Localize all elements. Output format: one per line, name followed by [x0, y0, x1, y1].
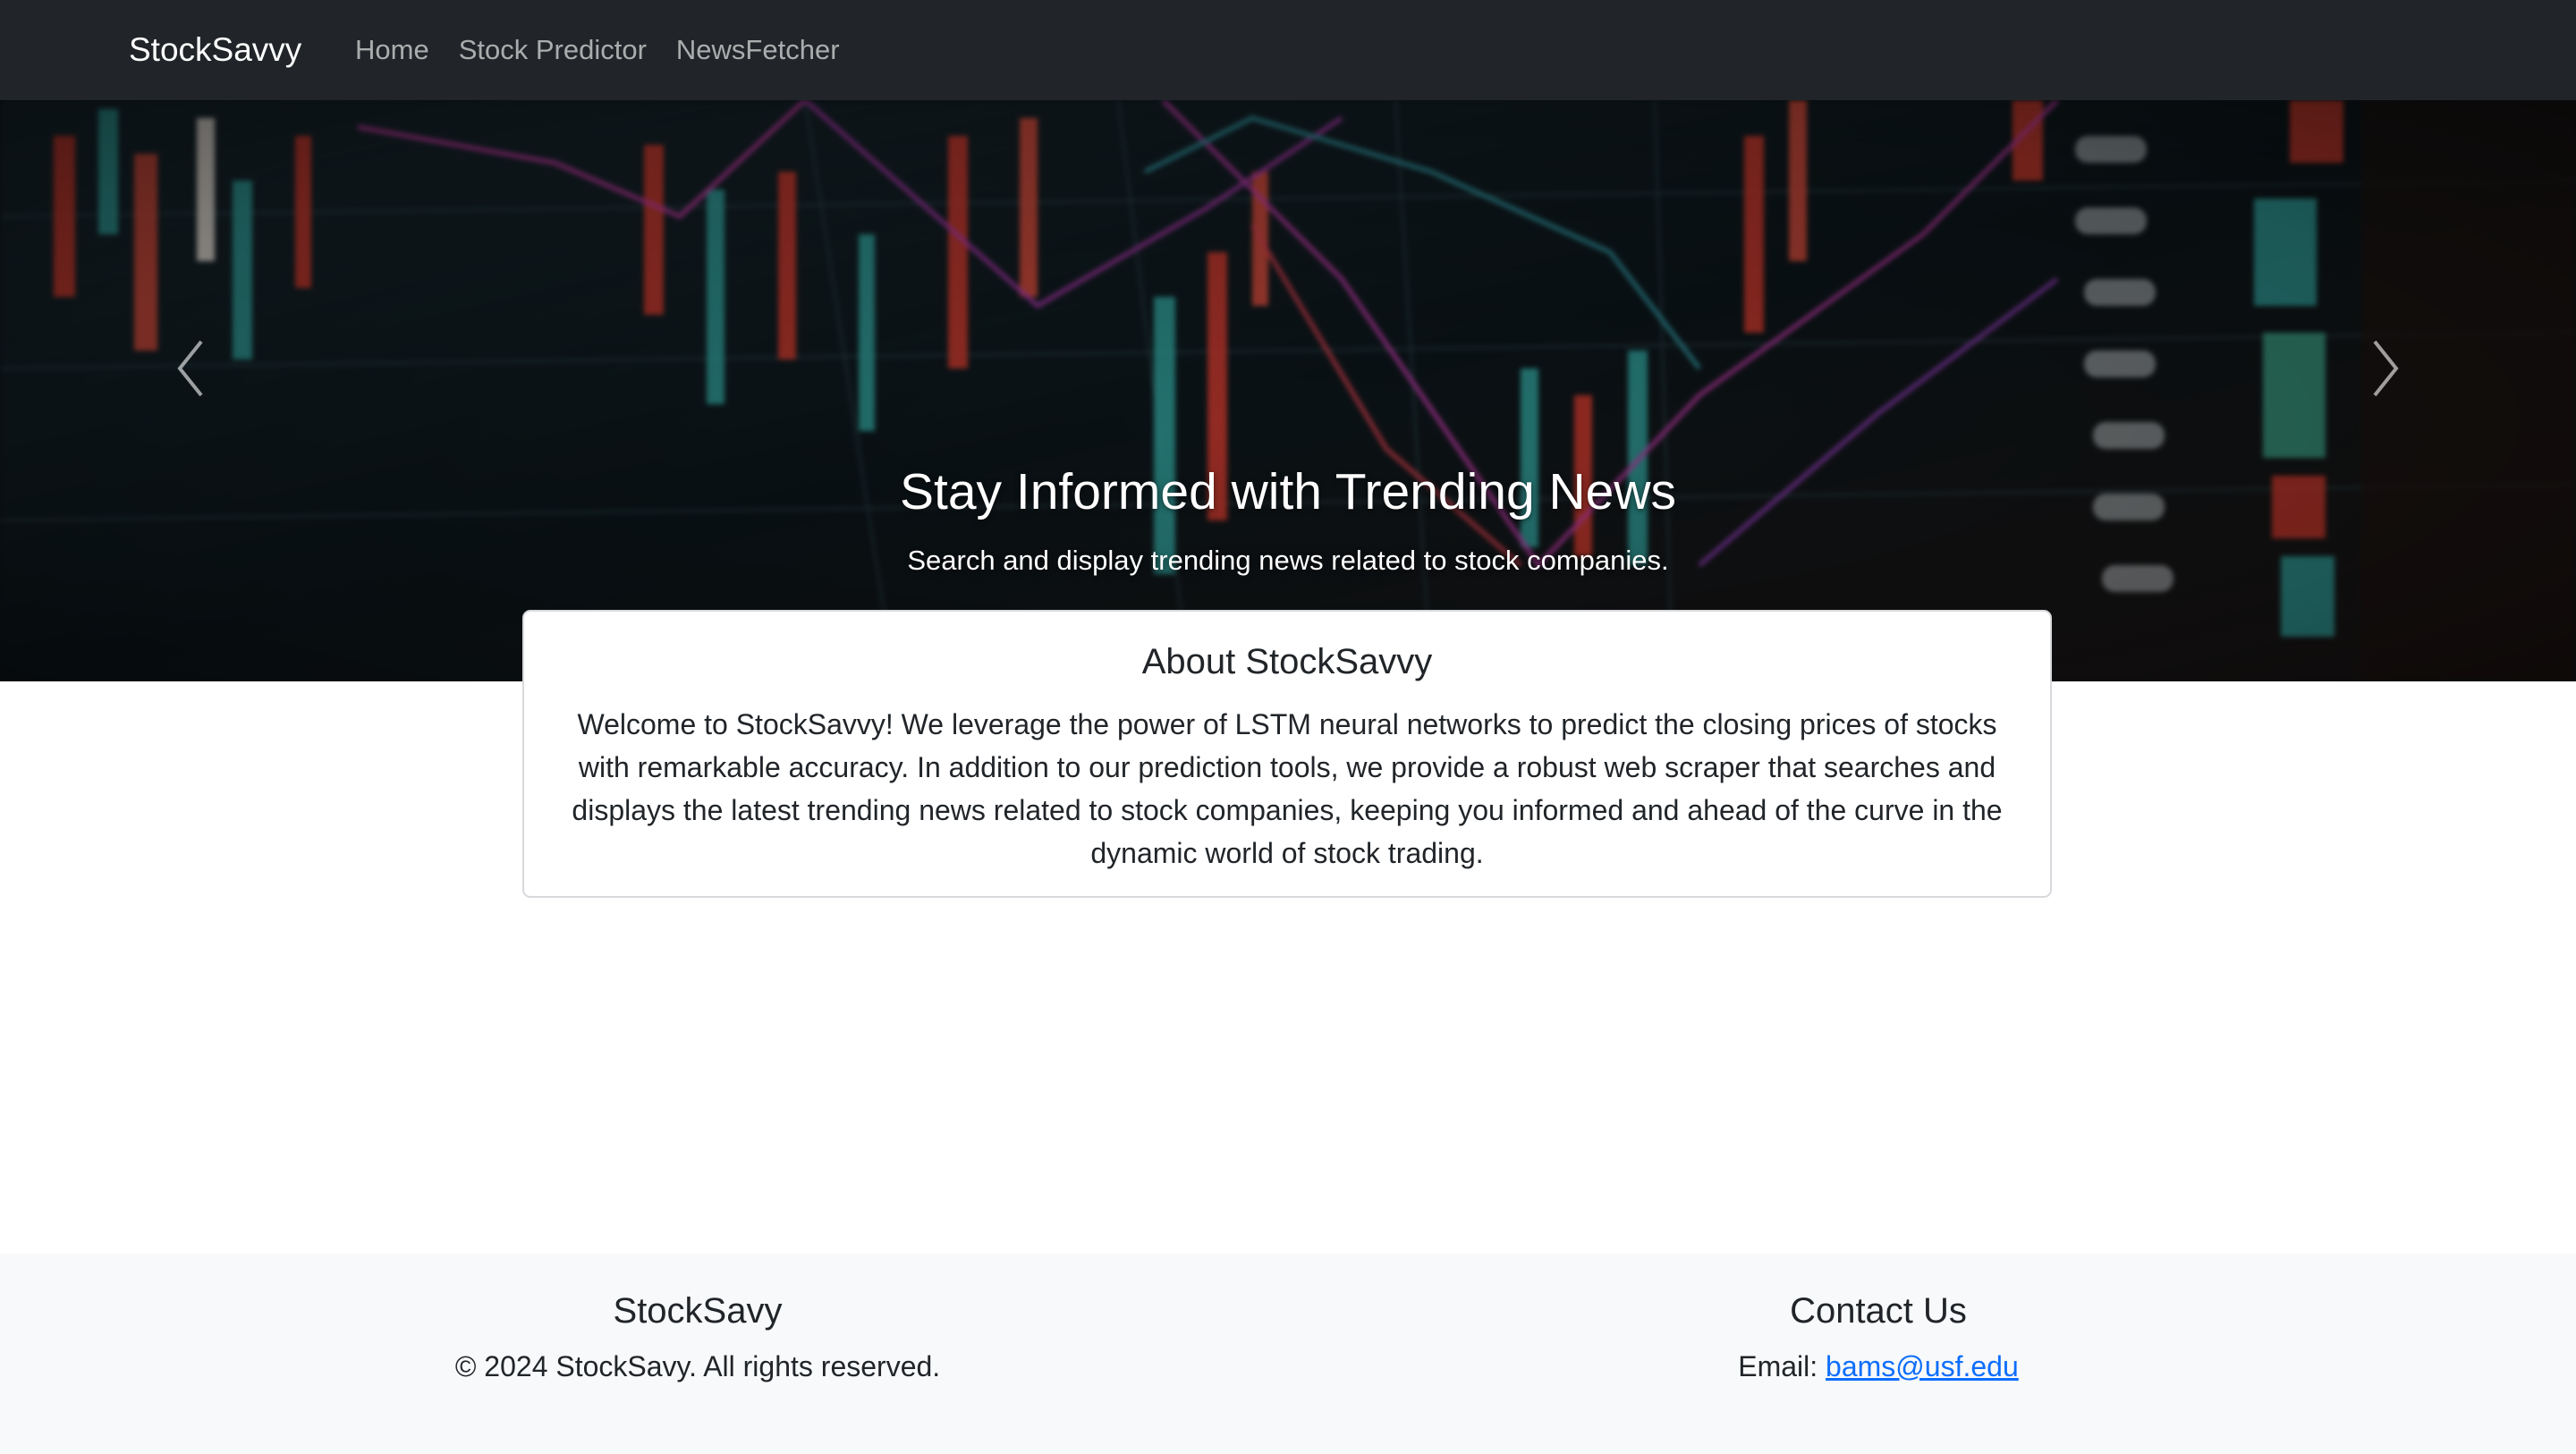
footer: StockSavy © 2024 StockSavy. All rights r…: [0, 1254, 2576, 1454]
carousel-next-button[interactable]: [2357, 333, 2411, 404]
brand-logo[interactable]: StockSavvy: [129, 0, 301, 100]
hero-carousel: Stay Informed with Trending News Search …: [0, 100, 2576, 681]
contact-email-row: Email: bams@usf.edu: [1445, 1350, 2312, 1383]
nav-link-stock-predictor[interactable]: Stock Predictor: [459, 34, 647, 66]
carousel-prev-button[interactable]: [165, 333, 219, 404]
footer-brand-heading: StockSavy: [613, 1291, 783, 1331]
copyright-text: © 2024 StockSavy. All rights reserved.: [454, 1350, 941, 1382]
email-link[interactable]: bams@usf.edu: [1826, 1350, 2019, 1382]
about-card: About StockSavvy Welcome to StockSavvy! …: [522, 610, 2052, 898]
hero-overlay: [0, 100, 2576, 681]
about-text: Welcome to StockSavvy! We leverage the p…: [572, 708, 2003, 869]
footer-brand-column: StockSavy © 2024 StockSavy. All rights r…: [264, 1289, 1131, 1383]
nav-link-home[interactable]: Home: [355, 34, 429, 66]
hero-subtitle: Search and display trending news related…: [907, 545, 1669, 576]
nav-link-newsfetcher[interactable]: NewsFetcher: [676, 34, 840, 66]
navbar: StockSavvy Home Stock Predictor NewsFetc…: [0, 0, 2576, 100]
chevron-left-icon: [177, 340, 203, 397]
footer-contact-column: Contact Us Email: bams@usf.edu: [1445, 1289, 2312, 1383]
hero-title: Stay Informed with Trending News: [899, 463, 1677, 520]
email-label: Email:: [1738, 1350, 1826, 1382]
nav-links: Home Stock Predictor NewsFetcher: [355, 0, 869, 100]
chevron-right-icon: [2373, 340, 2399, 397]
about-title: About StockSavvy: [1141, 642, 1433, 681]
contact-heading: Contact Us: [1790, 1291, 1967, 1331]
